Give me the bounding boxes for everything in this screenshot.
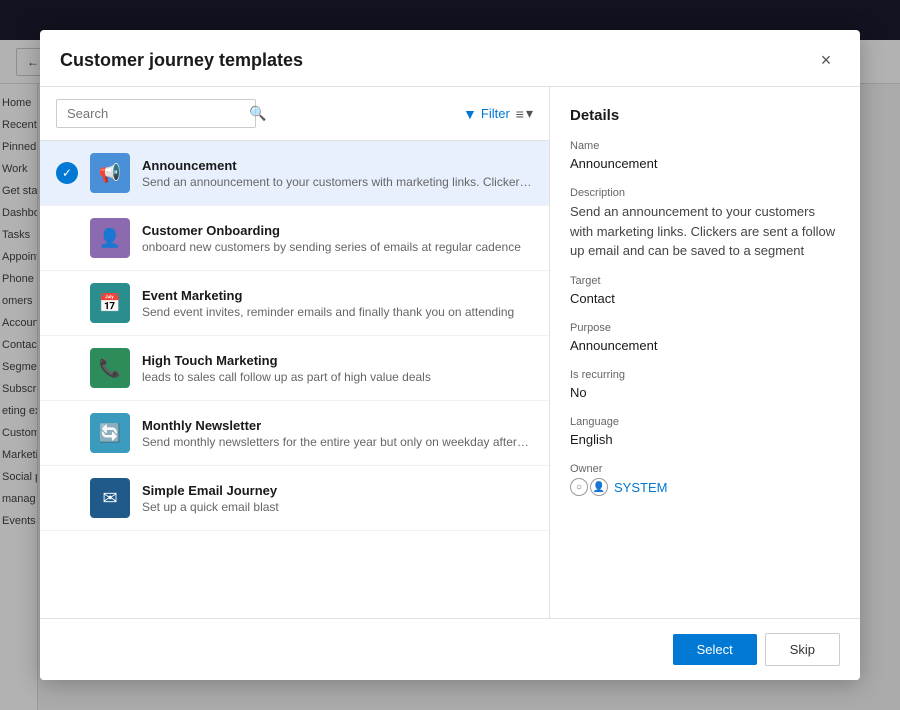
- modal-overlay: Customer journey templates × 🔍 ▼ Filter: [0, 0, 900, 710]
- template-icon-newsletter: 🔄: [90, 413, 130, 453]
- detail-name-label: Name: [570, 140, 840, 152]
- search-input[interactable]: [67, 106, 243, 121]
- detail-target-value: Contact: [570, 290, 840, 308]
- template-info-hightouch: High Touch Marketing leads to sales call…: [142, 353, 533, 384]
- template-name-simpleemail: Simple Email Journey: [142, 483, 533, 498]
- check-empty-simpleemail: [56, 487, 78, 509]
- close-button[interactable]: ×: [812, 46, 840, 74]
- owner-row: ○ 👤 SYSTEM: [570, 478, 840, 496]
- select-button[interactable]: Select: [673, 634, 757, 665]
- detail-recurring-label: Is recurring: [570, 369, 840, 381]
- check-empty-newsletter: [56, 422, 78, 444]
- check-empty-onboarding: [56, 227, 78, 249]
- template-icon-event: 📅: [90, 283, 130, 323]
- filter-button[interactable]: ▼ Filter: [463, 106, 510, 122]
- customer-journey-dialog: Customer journey templates × 🔍 ▼ Filter: [40, 30, 860, 680]
- selected-check-announcement: ✓: [56, 162, 78, 184]
- detail-recurring-value: No: [570, 384, 840, 402]
- template-item-high-touch[interactable]: 📞 High Touch Marketing leads to sales ca…: [40, 336, 549, 401]
- template-info-newsletter: Monthly Newsletter Send monthly newslett…: [142, 418, 533, 449]
- template-info-simpleemail: Simple Email Journey Set up a quick emai…: [142, 483, 533, 514]
- detail-purpose-label: Purpose: [570, 322, 840, 334]
- template-item-announcement[interactable]: ✓ 📢 Announcement Send an announcement to…: [40, 141, 549, 206]
- template-desc-event: Send event invites, reminder emails and …: [142, 305, 533, 319]
- template-icon-onboarding: 👤: [90, 218, 130, 258]
- search-input-wrap[interactable]: 🔍: [56, 99, 256, 128]
- template-list-panel: 🔍 ▼ Filter ≡ ▾: [40, 87, 550, 618]
- template-item-onboarding[interactable]: 👤 Customer Onboarding onboard new custom…: [40, 206, 549, 271]
- dialog-footer: Select Skip: [40, 618, 860, 680]
- skip-button[interactable]: Skip: [765, 633, 840, 666]
- sort-button[interactable]: ≡ ▾: [516, 105, 533, 122]
- search-filter-row: 🔍 ▼ Filter ≡ ▾: [40, 87, 549, 141]
- detail-target-label: Target: [570, 275, 840, 287]
- details-panel: Details Name Announcement Description Se…: [550, 87, 860, 618]
- template-icon-simpleemail: ✉: [90, 478, 130, 518]
- template-item-newsletter[interactable]: 🔄 Monthly Newsletter Send monthly newsle…: [40, 401, 549, 466]
- check-empty-event: [56, 292, 78, 314]
- detail-description-field: Description Send an announcement to your…: [570, 187, 840, 261]
- detail-language-value: English: [570, 431, 840, 449]
- owner-circle-icon: ○: [570, 478, 588, 496]
- filter-row: ▼ Filter ≡ ▾: [463, 105, 533, 122]
- detail-purpose-value: Announcement: [570, 337, 840, 355]
- template-icon-announcement: 📢: [90, 153, 130, 193]
- template-item-event-marketing[interactable]: 📅 Event Marketing Send event invites, re…: [40, 271, 549, 336]
- template-desc-newsletter: Send monthly newsletters for the entire …: [142, 435, 533, 449]
- detail-recurring-field: Is recurring No: [570, 369, 840, 402]
- template-name-announcement: Announcement: [142, 158, 533, 173]
- template-item-simple-email[interactable]: ✉ Simple Email Journey Set up a quick em…: [40, 466, 549, 531]
- template-desc-onboarding: onboard new customers by sending series …: [142, 240, 533, 254]
- template-list: ✓ 📢 Announcement Send an announcement to…: [40, 141, 549, 618]
- filter-icon: ▼: [463, 106, 477, 122]
- owner-icons: ○ 👤: [570, 478, 608, 496]
- template-name-onboarding: Customer Onboarding: [142, 223, 533, 238]
- owner-name-value: SYSTEM: [614, 480, 667, 495]
- template-info-onboarding: Customer Onboarding onboard new customer…: [142, 223, 533, 254]
- template-desc-announcement: Send an announcement to your customers w…: [142, 175, 533, 189]
- dialog-body: 🔍 ▼ Filter ≡ ▾: [40, 87, 860, 618]
- detail-owner-field: Owner ○ 👤 SYSTEM: [570, 463, 840, 496]
- detail-description-value: Send an announcement to your customers w…: [570, 202, 840, 261]
- template-info-announcement: Announcement Send an announcement to you…: [142, 158, 533, 189]
- detail-name-field: Name Announcement: [570, 140, 840, 173]
- check-empty-hightouch: [56, 357, 78, 379]
- filter-label: Filter: [481, 106, 510, 121]
- owner-person-icon: 👤: [590, 478, 608, 496]
- sort-chevron-icon: ▾: [526, 105, 533, 122]
- template-icon-hightouch: 📞: [90, 348, 130, 388]
- sort-lines-icon: ≡: [516, 106, 524, 122]
- detail-description-label: Description: [570, 187, 840, 199]
- template-name-event: Event Marketing: [142, 288, 533, 303]
- detail-owner-label: Owner: [570, 463, 840, 475]
- template-name-newsletter: Monthly Newsletter: [142, 418, 533, 433]
- template-name-hightouch: High Touch Marketing: [142, 353, 533, 368]
- detail-target-field: Target Contact: [570, 275, 840, 308]
- dialog-title: Customer journey templates: [60, 50, 303, 71]
- search-icon: 🔍: [249, 105, 266, 122]
- detail-language-field: Language English: [570, 416, 840, 449]
- details-title: Details: [570, 107, 840, 124]
- template-desc-simpleemail: Set up a quick email blast: [142, 500, 533, 514]
- detail-purpose-field: Purpose Announcement: [570, 322, 840, 355]
- detail-language-label: Language: [570, 416, 840, 428]
- dialog-header: Customer journey templates ×: [40, 30, 860, 87]
- template-info-event: Event Marketing Send event invites, remi…: [142, 288, 533, 319]
- detail-name-value: Announcement: [570, 155, 840, 173]
- template-desc-hightouch: leads to sales call follow up as part of…: [142, 370, 533, 384]
